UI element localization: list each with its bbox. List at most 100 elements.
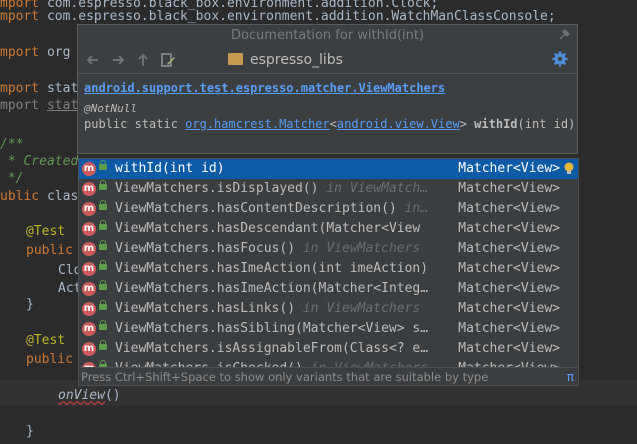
lock-icon bbox=[99, 240, 107, 250]
item-name: withId bbox=[115, 161, 162, 176]
item-return-type: Matcher<View> bbox=[458, 221, 560, 236]
item-params: (Matcher<Integ… bbox=[310, 281, 429, 296]
code-line[interactable]: mport org bbox=[0, 43, 70, 63]
completion-item[interactable]: m ViewMatchers.hasFocus() in ViewMatchers… bbox=[79, 239, 578, 259]
lock-icon bbox=[99, 260, 107, 270]
item-return-type: Matcher<View> bbox=[458, 161, 560, 176]
lock-icon bbox=[99, 320, 107, 330]
item-name: ViewMatchers.hasFocus bbox=[115, 241, 280, 256]
annotation-text: @Test bbox=[26, 333, 66, 348]
code-text: clas bbox=[46, 189, 79, 204]
back-arrow-icon[interactable] bbox=[84, 51, 102, 69]
completion-item[interactable]: m ViewMatchers.hasDescendant(Matcher<View… bbox=[79, 219, 578, 239]
annotation-text: @Test bbox=[26, 224, 66, 239]
edit-source-icon[interactable] bbox=[159, 51, 177, 69]
completion-item[interactable]: m ViewMatchers.hasImeAction(int imeAction… bbox=[79, 259, 578, 279]
completion-item-label: ViewMatchers.hasImeAction(Matcher<Integ… bbox=[115, 279, 455, 299]
completion-item[interactable]: m ViewMatchers.isDisplayed() in ViewMatch… bbox=[79, 179, 578, 199]
method-icon: m bbox=[82, 262, 96, 276]
doc-title-bar[interactable]: Documentation for withId(int) bbox=[78, 25, 577, 47]
code-text: stat bbox=[46, 98, 79, 113]
item-name: ViewMatchers.isAssignableFrom bbox=[115, 341, 342, 356]
generic-type-link[interactable]: android.view.View bbox=[337, 117, 460, 131]
lock-icon bbox=[99, 300, 107, 310]
item-return-type: Matcher<View> bbox=[458, 321, 560, 336]
code-text: org bbox=[46, 45, 71, 60]
code-line[interactable]: } bbox=[26, 422, 34, 442]
annotation-line[interactable]: @Test bbox=[26, 222, 65, 242]
item-params: (Class<? e… bbox=[341, 341, 429, 356]
item-params: (Matcher<View> s… bbox=[295, 321, 429, 336]
item-name: ViewMatchers.hasImeAction bbox=[115, 281, 311, 296]
method-icon: m bbox=[82, 162, 96, 176]
completion-item-label: ViewMatchers.hasDescendant(Matcher<View bbox=[115, 219, 455, 239]
code-completion-popup: m withId(int id) Matcher<View> m ViewMatcher… bbox=[78, 158, 579, 386]
code-text: () bbox=[104, 388, 121, 403]
completion-item-label: ViewMatchers.isDisplayed() in ViewMatch… bbox=[115, 179, 455, 199]
item-name: ViewMatchers.hasContentDescription bbox=[115, 201, 382, 216]
item-name: ViewMatchers.hasImeAction bbox=[115, 261, 311, 276]
library-name: espresso_libs bbox=[250, 52, 343, 68]
code-line[interactable]: public bbox=[26, 350, 73, 370]
item-hint: in ViewMatch… bbox=[326, 181, 429, 196]
item-params: () bbox=[381, 201, 397, 216]
method-icon: m bbox=[82, 202, 96, 216]
sig-bracket: < bbox=[329, 117, 337, 131]
lock-icon bbox=[99, 220, 107, 230]
completion-item[interactable]: m ViewMatchers.hasLinks() in ViewMatchers… bbox=[79, 299, 578, 319]
method-icon: m bbox=[82, 282, 96, 296]
annotation-line[interactable]: @Test bbox=[26, 331, 65, 351]
doc-title: Documentation for withId(int) bbox=[230, 28, 425, 43]
completion-item[interactable]: m ViewMatchers.hasImeAction(Matcher<Integ… bbox=[79, 279, 578, 299]
completion-item-label: ViewMatchers.hasContentDescription() in… bbox=[115, 199, 455, 219]
method-icon: m bbox=[82, 182, 96, 196]
completion-list[interactable]: m withId(int id) Matcher<View> m ViewMatcher… bbox=[79, 159, 578, 368]
code-line[interactable]: public bbox=[26, 241, 73, 261]
completion-item-label: ViewMatchers.hasLinks() in ViewMatchers bbox=[115, 299, 455, 319]
code-text: } bbox=[26, 297, 34, 312]
pi-icon[interactable]: π bbox=[567, 368, 574, 385]
comment-text: /** bbox=[0, 137, 24, 152]
code-line[interactable]: mport stat bbox=[0, 96, 78, 116]
completion-item[interactable]: m ViewMatchers.hasSibling(Matcher<View> s… bbox=[79, 319, 578, 339]
keyword: mport bbox=[0, 98, 47, 113]
code-line[interactable]: } bbox=[26, 295, 34, 315]
item-params: () bbox=[302, 181, 319, 196]
gear-icon[interactable] bbox=[551, 50, 569, 68]
item-return-type: Matcher<View> bbox=[458, 181, 560, 196]
method-icon: m bbox=[82, 222, 96, 236]
comment-line[interactable]: */ bbox=[0, 169, 24, 189]
lock-icon bbox=[99, 280, 107, 290]
pin-icon[interactable] bbox=[557, 25, 571, 47]
item-params: (int imeAction) bbox=[310, 261, 429, 276]
keyword: mport bbox=[0, 81, 47, 96]
completion-footer: Press Ctrl+Shift+Space to show only vari… bbox=[79, 367, 578, 385]
return-type-link[interactable]: org.hamcrest.Matcher bbox=[185, 117, 330, 131]
completion-item[interactable]: m ViewMatchers.isAssignableFrom(Class<? e… bbox=[79, 339, 578, 359]
method-call: onView bbox=[58, 388, 105, 403]
sig-params: (int id) bbox=[517, 117, 576, 131]
lock-icon bbox=[99, 160, 107, 170]
comment-text: */ bbox=[0, 171, 24, 186]
class-link[interactable]: android.support.test.espresso.matcher.Vi… bbox=[84, 80, 577, 96]
lock-icon bbox=[99, 180, 107, 190]
code-line[interactable]: ublic clas bbox=[0, 187, 78, 207]
lightbulb-icon[interactable] bbox=[562, 161, 576, 177]
up-arrow-icon[interactable] bbox=[134, 51, 152, 69]
completion-item-label: ViewMatchers.hasFocus() in ViewMatchers bbox=[115, 239, 455, 259]
folder-icon bbox=[228, 53, 243, 65]
item-name: ViewMatchers.hasDescendant bbox=[115, 221, 319, 236]
completion-item-label: ViewMatchers.isAssignableFrom(Class<? e… bbox=[115, 339, 455, 359]
item-return-type: Matcher<View> bbox=[458, 201, 560, 216]
item-return-type: Matcher<View> bbox=[458, 341, 560, 356]
keyword: public bbox=[26, 352, 73, 367]
completion-item[interactable]: m withId(int id) Matcher<View> bbox=[79, 159, 578, 179]
doc-annotation: @NotNull bbox=[84, 102, 137, 115]
completion-item[interactable]: m ViewMatchers.hasContentDescription() in… bbox=[79, 199, 578, 219]
code-line[interactable]: onView() bbox=[58, 386, 121, 406]
item-params: () bbox=[279, 301, 296, 316]
item-name: ViewMatchers.isDisplayed bbox=[115, 181, 303, 196]
forward-arrow-icon[interactable] bbox=[109, 51, 127, 69]
lock-icon bbox=[99, 200, 107, 210]
doc-body: android.support.test.espresso.matcher.Vi… bbox=[78, 74, 577, 132]
